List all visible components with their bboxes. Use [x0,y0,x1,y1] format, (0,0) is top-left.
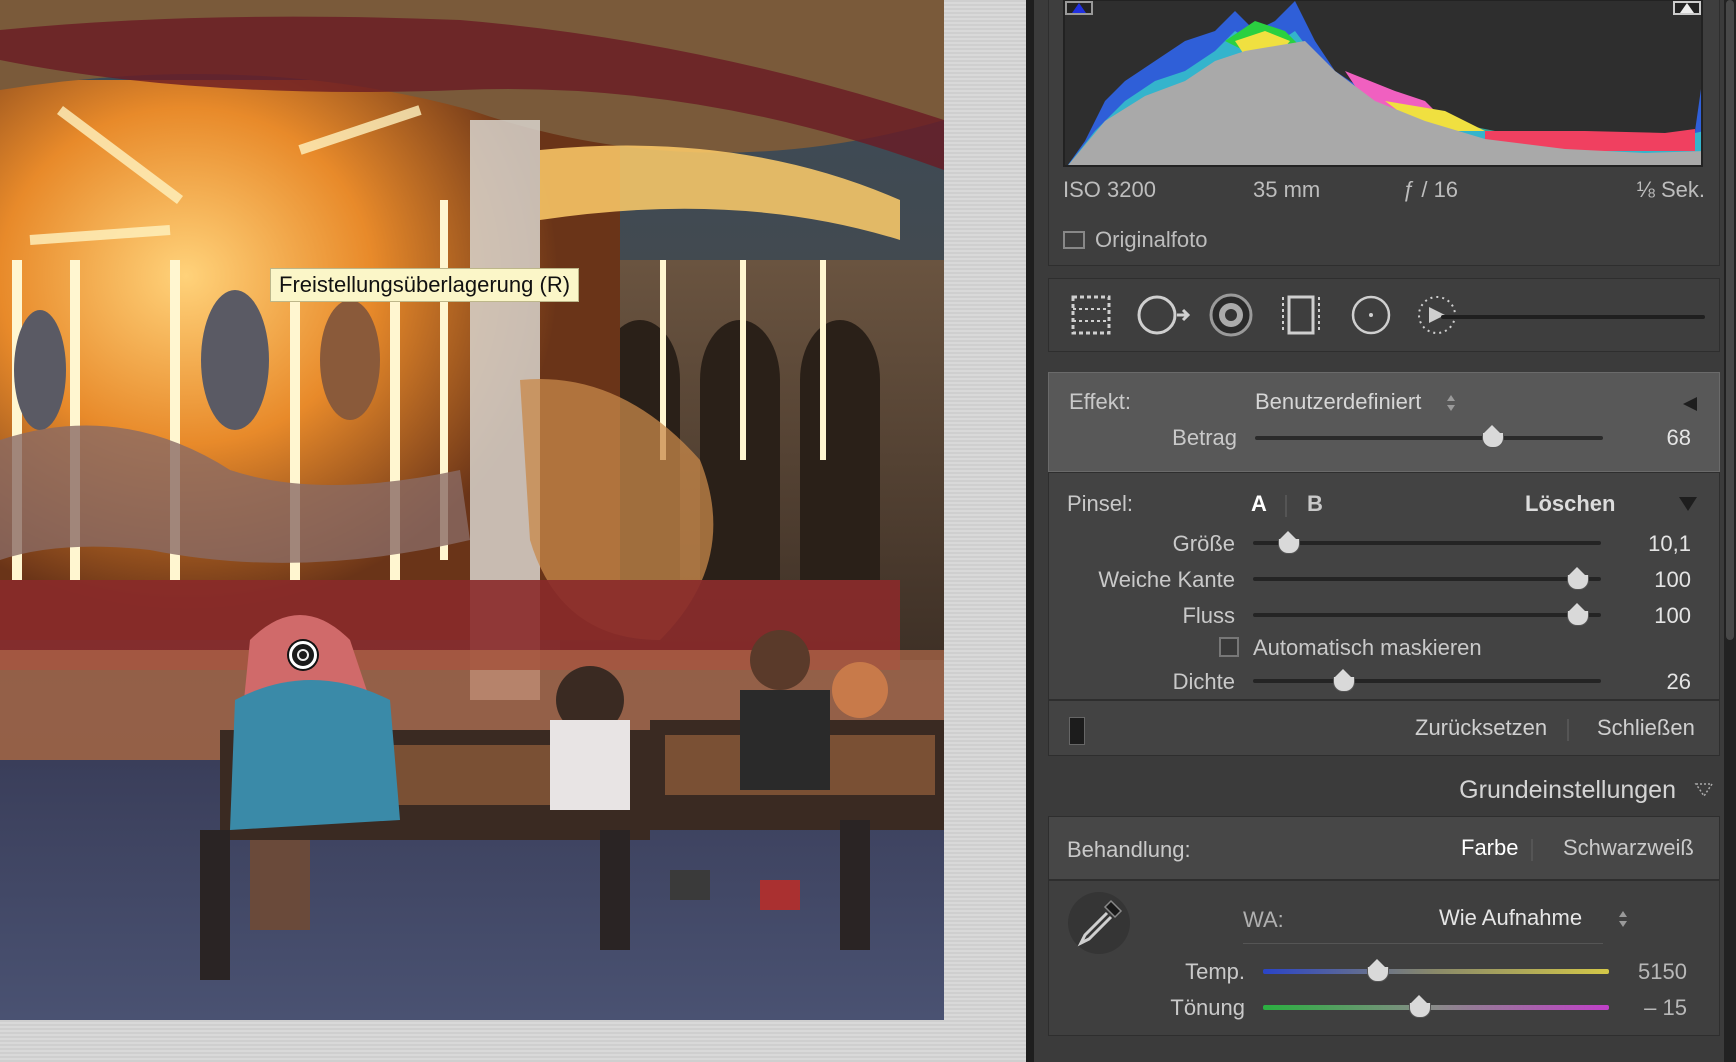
collapse-down-icon[interactable] [1677,495,1699,513]
exif-shutter: ⅛ Sek. [1636,177,1705,202]
panel-scrollbar[interactable] [1724,0,1736,1062]
eyedropper-icon[interactable] [1067,891,1131,955]
feather-slider-thumb[interactable] [1566,567,1589,591]
effect-preset-dropdown[interactable]: Benutzerdefiniert [1255,389,1421,415]
original-photo-label: Originalfoto [1095,227,1208,252]
brush-b-button[interactable]: B [1307,491,1323,517]
reset-button[interactable]: Zurücksetzen [1415,715,1547,741]
footer-separator [1567,719,1569,741]
wb-preset-dropdown[interactable]: Wie Aufnahme [1439,905,1582,931]
brush-size-slider[interactable] [1441,315,1705,319]
tint-value[interactable]: – 15 [1617,995,1687,1021]
temp-value[interactable]: 5150 [1617,959,1687,985]
white-balance-section: WA: Wie Aufnahme Temp. 5150 Tönung – 15 [1048,880,1720,1036]
highlight-clipping-button[interactable] [1673,1,1701,15]
brush-section: Pinsel: A B Löschen Größe 10,1 Weiche Ka… [1048,472,1720,700]
effect-section: Effekt: Benutzerdefiniert Betrag 68 [1048,372,1720,472]
treatment-color-button[interactable]: Farbe [1461,835,1518,861]
brush-a-button[interactable]: A [1251,491,1267,517]
wb-divider [1243,943,1603,944]
photo-canvas[interactable]: Freistellungsüberlagerung (R) [0,0,1026,1062]
tool-strip [1048,278,1720,352]
radial-filter-icon[interactable] [1349,293,1393,337]
exif-aperture: ƒ / 16 [1403,177,1459,202]
amount-value[interactable]: 68 [1621,425,1691,451]
size-slider[interactable] [1253,541,1601,545]
collapse-left-icon[interactable] [1681,395,1699,413]
basic-panel-header[interactable]: Grundeinstellungen [1048,762,1720,816]
graduated-filter-icon[interactable] [1279,293,1323,337]
spot-removal-icon[interactable] [1137,293,1191,337]
size-label: Größe [1172,531,1235,556]
effect-label: Effekt: [1069,389,1131,414]
lightroom-develop-window: Freistellungsüberlagerung (R) ISO 3200 3… [0,0,1736,1062]
amount-label: Betrag [1172,425,1237,450]
brush-label: Pinsel: [1067,491,1134,516]
develop-right-panel: ISO 3200 35 mm ƒ / 16 ⅛ Sek. Originalfot… [1026,0,1736,1062]
flow-slider[interactable] [1253,613,1601,617]
wb-label: WA: [1243,907,1284,932]
brush-erase-button[interactable]: Löschen [1525,491,1615,517]
panel-toggle-switch[interactable] [1069,717,1085,745]
tint-slider-thumb[interactable] [1408,995,1431,1019]
temp-slider-thumb[interactable] [1366,959,1390,983]
exif-focal-length: 35 mm [1253,177,1321,202]
feather-value[interactable]: 100 [1621,567,1691,593]
histogram[interactable] [1063,0,1703,167]
automask-checkbox[interactable] [1219,637,1239,657]
carousel-photo[interactable] [0,0,944,1020]
close-button[interactable]: Schließen [1597,715,1695,741]
temp-slider[interactable] [1263,969,1609,974]
shadow-clipping-button[interactable] [1065,1,1093,15]
temp-label: Temp. [1185,959,1245,984]
mask-footer: Zurücksetzen Schließen [1048,700,1720,756]
amount-slider[interactable] [1255,436,1603,440]
adjustment-brush-pin[interactable] [289,641,317,669]
size-value[interactable]: 10,1 [1621,531,1691,557]
panel-scrollbar-thumb[interactable] [1726,0,1734,640]
basic-panel-title[interactable]: Grundeinstellungen [1459,776,1676,805]
density-label: Dichte [1172,669,1235,694]
panel-collapse-icon[interactable] [1694,782,1714,800]
feather-slider[interactable] [1253,577,1601,581]
flow-value[interactable]: 100 [1621,603,1691,629]
density-slider[interactable] [1253,679,1601,683]
amount-slider-thumb[interactable] [1481,425,1504,449]
flow-label: Fluss [1182,603,1235,628]
original-photo-checkbox[interactable] [1063,231,1085,249]
treatment-label: Behandlung: [1067,837,1191,862]
automask-label: Automatisch maskieren [1253,635,1482,660]
red-eye-icon[interactable] [1209,293,1253,337]
dropdown-arrows-icon [1447,395,1455,411]
treatment-separator [1531,839,1533,861]
density-slider-thumb[interactable] [1332,669,1356,693]
size-slider-thumb[interactable] [1277,531,1300,555]
tint-label: Tönung [1170,995,1245,1020]
histogram-section: ISO 3200 35 mm ƒ / 16 ⅛ Sek. Originalfot… [1048,0,1720,266]
treatment-section: Behandlung: Farbe Schwarzweiß [1048,816,1720,880]
feather-label: Weiche Kante [1098,567,1235,592]
treatment-bw-button[interactable]: Schwarzweiß [1563,835,1694,861]
wb-dropdown-arrows-icon [1619,911,1627,927]
brush-separator [1285,495,1287,517]
exif-iso: ISO 3200 [1063,177,1156,202]
tint-slider[interactable] [1263,1005,1609,1010]
crop-overlay-icon[interactable] [1069,293,1113,337]
crop-overlay-tooltip: Freistellungsüberlagerung (R) [270,268,580,302]
density-value[interactable]: 26 [1621,669,1691,695]
flow-slider-thumb[interactable] [1566,603,1589,627]
